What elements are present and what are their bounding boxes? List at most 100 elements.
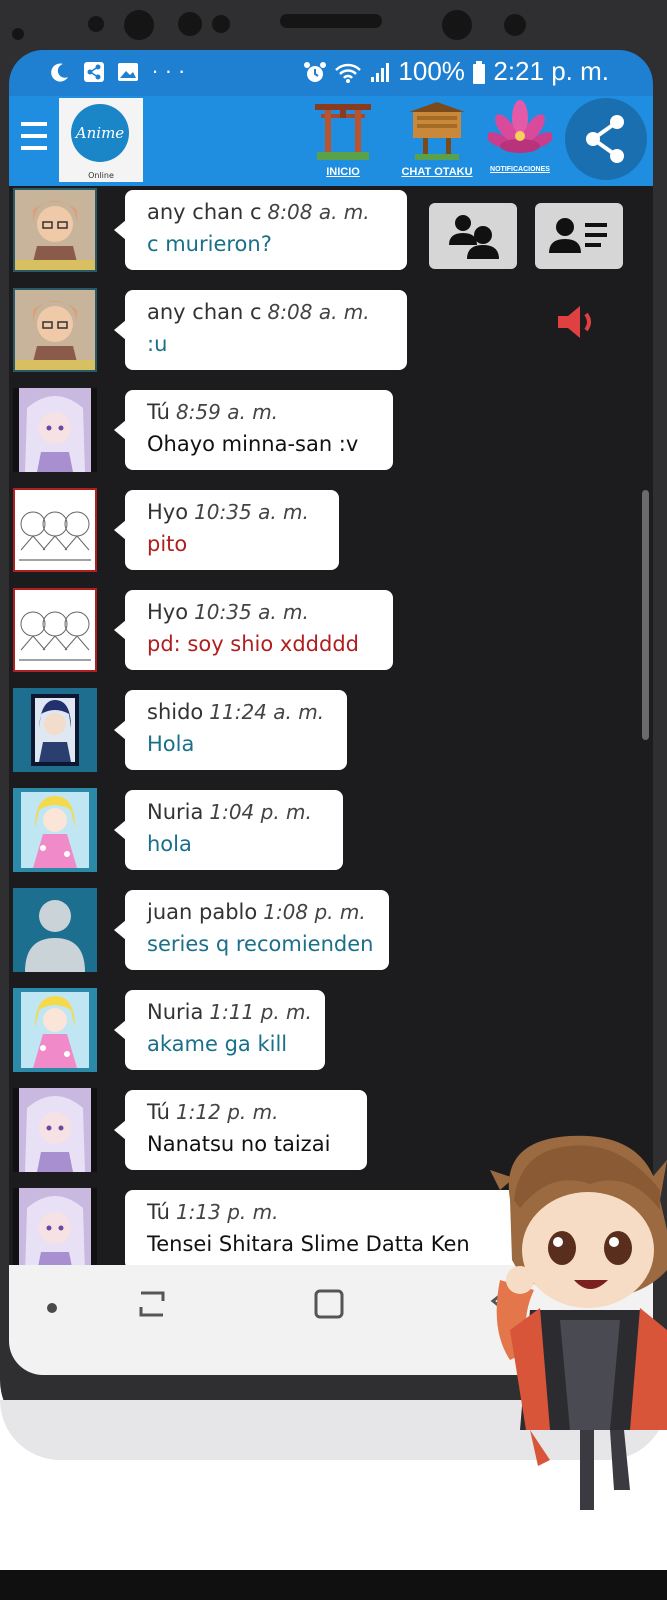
wifi-icon xyxy=(335,63,361,84)
avatar-girl-white-hair-icon xyxy=(19,388,91,472)
sender-name: juan pablo xyxy=(147,900,258,924)
battery-percent: 100% xyxy=(398,56,465,86)
avatar-girl-white-hair-icon xyxy=(19,1088,91,1172)
sender-name: Tú xyxy=(147,1100,170,1124)
logo-subtitle: Online xyxy=(88,171,114,180)
message-time: 8:08 a. m. xyxy=(267,200,370,224)
user-profile-button[interactable] xyxy=(535,203,623,269)
message-bubble[interactable]: Nuria 1:11 p. m. akame ga kill xyxy=(114,990,325,1070)
sender-name: Nuria xyxy=(147,800,204,824)
message-text: Nanatsu no taizai xyxy=(147,1132,331,1156)
sender-name: any chan c xyxy=(147,200,262,224)
avatar-sketch-icon xyxy=(15,490,95,570)
message-bubble[interactable]: juan pablo 1:08 p. m. series q recomiende… xyxy=(114,890,389,970)
status-right: 100% 2:21 p. m. xyxy=(303,56,609,87)
moon-icon xyxy=(51,63,68,82)
message-text: :u xyxy=(147,332,168,356)
lotus-icon xyxy=(485,100,555,153)
share-button[interactable] xyxy=(565,98,647,180)
nav-notificaciones-label: NOTIFICACIONES xyxy=(490,166,550,173)
recent-apps-icon[interactable] xyxy=(137,1287,169,1321)
sender-name: Hyo xyxy=(147,600,189,624)
status-bar: ··· 100% 2:21 p. m. xyxy=(9,50,653,96)
message-text: series q recomienden xyxy=(147,932,374,956)
message-bubble[interactable]: shido 11:24 a. m. Hola xyxy=(114,690,347,770)
menu-line xyxy=(21,122,47,126)
user-list-icon xyxy=(549,218,607,253)
message-text: Tensei Shitara Slime Datta Ken xyxy=(147,1232,470,1256)
message-bubble[interactable]: Tú 8:59 a. m. Ohayo minna-san :v xyxy=(114,390,393,470)
message-time: 10:35 a. m. xyxy=(194,500,309,524)
nav-notificaciones[interactable]: NOTIFICACIONES xyxy=(479,98,561,184)
avatar-girl-pink-dress-icon xyxy=(13,988,97,1072)
nav-dot-icon[interactable] xyxy=(47,1303,57,1313)
message-time: 8:59 a. m. xyxy=(175,400,279,424)
status-time: 2:21 p. m. xyxy=(493,56,609,86)
proximity-sensor xyxy=(12,28,24,40)
sender-name: Hyo xyxy=(147,500,189,524)
users-online-button[interactable] xyxy=(429,203,517,269)
avatar[interactable] xyxy=(13,988,97,1072)
avatar[interactable] xyxy=(13,888,97,972)
image-icon xyxy=(118,63,139,82)
bottom-strip xyxy=(0,1570,667,1600)
sender-name: Tú xyxy=(147,1200,170,1224)
avatar[interactable] xyxy=(13,288,97,372)
message-text: akame ga kill xyxy=(147,1032,288,1056)
avatar-girl-pink-dress-icon xyxy=(13,788,97,872)
scrollbar[interactable] xyxy=(642,490,649,740)
avatar[interactable] xyxy=(13,1088,97,1172)
menu-button[interactable] xyxy=(21,122,47,156)
speaker-icon xyxy=(558,306,591,338)
light-sensor xyxy=(88,16,104,32)
message-text: c murieron? xyxy=(147,232,272,256)
battery-icon xyxy=(473,61,486,85)
sound-button[interactable] xyxy=(554,302,600,342)
sender-name: Nuria xyxy=(147,1000,204,1024)
signal-icon xyxy=(371,63,390,83)
sign-board-icon xyxy=(409,102,465,160)
avatar-girl-glasses-icon xyxy=(15,290,95,370)
home-icon[interactable] xyxy=(313,1287,345,1321)
message-time: 1:12 p. m. xyxy=(175,1100,279,1124)
message-bubble[interactable]: Hyo 10:35 a. m. pd: soy shio xddddd xyxy=(114,590,393,670)
nav-inicio[interactable]: INICIO xyxy=(305,98,381,184)
sender-name: shido xyxy=(147,700,204,724)
avatar-girl-glasses-icon xyxy=(15,190,95,270)
share-icon xyxy=(586,115,624,163)
message-bubble[interactable]: Nuria 1:04 p. m. hola xyxy=(114,790,343,870)
camera-flash xyxy=(212,15,230,33)
app-logo[interactable]: Anime Online xyxy=(59,98,143,182)
nav-chat-otaku[interactable]: CHAT OTAKU xyxy=(393,98,481,184)
status-left-icons: ··· xyxy=(49,58,191,84)
message-bubble[interactable]: any chan c 8:08 a. m. :u xyxy=(114,290,407,370)
front-sensor xyxy=(504,14,526,36)
menu-line xyxy=(21,134,47,138)
message-time: 10:35 a. m. xyxy=(194,600,309,624)
nav-chat-otaku-label: CHAT OTAKU xyxy=(401,166,473,178)
share-icon xyxy=(84,62,105,83)
avatar[interactable] xyxy=(13,588,97,672)
group-users-icon xyxy=(449,215,499,259)
avatar[interactable] xyxy=(13,188,97,272)
logo-text: Anime xyxy=(71,104,129,162)
avatar[interactable] xyxy=(13,1188,97,1272)
avatar[interactable] xyxy=(13,688,97,772)
message-time: 1:13 p. m. xyxy=(175,1200,279,1224)
message-time: 11:24 a. m. xyxy=(209,700,325,724)
message-time: 1:11 p. m. xyxy=(209,1000,312,1024)
avatar[interactable] xyxy=(13,788,97,872)
avatar[interactable] xyxy=(13,388,97,472)
iris-sensor xyxy=(124,10,154,40)
message-bubble[interactable]: Tú 1:13 p. m. Tensei Shitara Slime Datta … xyxy=(125,1190,517,1270)
avatar[interactable] xyxy=(13,488,97,572)
message-bubble[interactable]: Tú 1:12 p. m. Nanatsu no taizai xyxy=(114,1090,367,1170)
earpiece-speaker xyxy=(280,14,382,28)
message-bubble[interactable]: Hyo 10:35 a. m. pito xyxy=(114,490,339,570)
message-time: 8:08 a. m. xyxy=(267,300,370,324)
avatar-sketch-icon xyxy=(15,590,95,670)
torii-gate-icon xyxy=(315,104,371,160)
message-text: pd: soy shio xddddd xyxy=(147,632,359,656)
sender-name: any chan c xyxy=(147,300,262,324)
message-bubble[interactable]: any chan c 8:08 a. m. c murieron? xyxy=(114,190,407,270)
